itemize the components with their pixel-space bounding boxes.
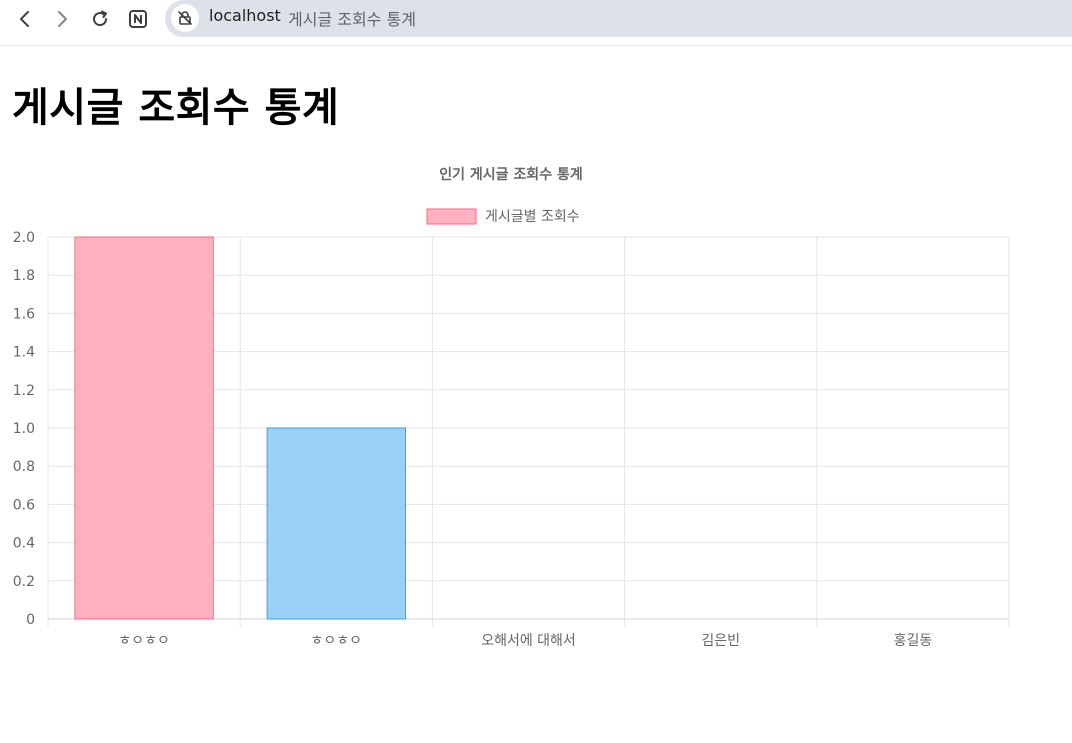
y-tick-label: 0.8 bbox=[13, 459, 35, 475]
y-tick-label: 1.2 bbox=[13, 383, 35, 399]
x-tick-label: 김은빈 bbox=[701, 633, 740, 649]
x-tick-label: ㅎㅇㅎㅇ bbox=[311, 633, 363, 649]
bar-chart: 인기 게시글 조회수 통계게시글별 조회수 0 0.2 0.4 0.6 0.8 1.0 1.2… bbox=[13, 166, 1010, 649]
y-tick-label: 2.0 bbox=[13, 230, 35, 246]
url-host: localhost bbox=[209, 6, 281, 25]
y-tick-label: 0.4 bbox=[13, 536, 35, 552]
forward-icon[interactable] bbox=[49, 6, 75, 32]
address-bar[interactable]: localhost 게시글 조회수 통계 bbox=[165, 0, 1072, 37]
legend-swatch bbox=[426, 208, 477, 225]
y-tick-label: 0.6 bbox=[13, 497, 35, 513]
chart-title: 인기 게시글 조회수 통계 bbox=[439, 166, 582, 183]
browser-toolbar: localhost 게시글 조회수 통계 bbox=[0, 0, 1072, 46]
reload-icon[interactable] bbox=[87, 6, 113, 32]
legend-label: 게시글별 조회수 bbox=[485, 209, 580, 225]
x-tick-label: 홍길동 bbox=[894, 633, 933, 649]
chart-container: 인기 게시글 조회수 통계게시글별 조회수 0 0.2 0.4 0.6 0.8 1.0 1.2… bbox=[0, 150, 1072, 660]
site-info-icon[interactable] bbox=[171, 4, 199, 32]
y-tick-label: 0 bbox=[26, 612, 35, 628]
y-tick-label: 1.6 bbox=[13, 306, 35, 322]
bar bbox=[266, 427, 406, 620]
y-tick-label: 0.2 bbox=[13, 574, 35, 590]
bar bbox=[74, 236, 214, 620]
x-tick-label: 오해서에 대해서 bbox=[481, 633, 576, 649]
extension-n-icon[interactable] bbox=[125, 6, 151, 32]
y-tick-label: 1.8 bbox=[13, 268, 35, 284]
y-tick-label: 1.4 bbox=[13, 345, 35, 361]
page-title: 게시글 조회수 통계 bbox=[12, 85, 340, 131]
y-tick-label: 1.0 bbox=[13, 421, 35, 437]
x-tick-label: ㅎㅇㅎㅇ bbox=[118, 633, 170, 649]
back-icon[interactable] bbox=[12, 6, 38, 32]
url-page-title: 게시글 조회수 통계 bbox=[288, 10, 416, 29]
